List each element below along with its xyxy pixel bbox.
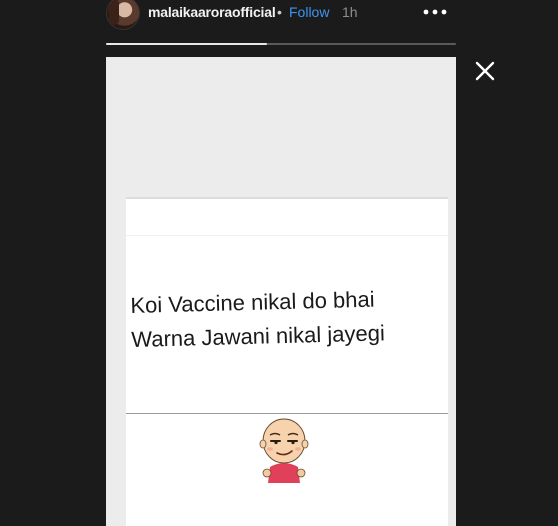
story-content[interactable]: Koi Vaccine nikal do bhai Warna Jawani n… (106, 57, 456, 526)
meme-divider (126, 413, 448, 414)
timestamp: 1h (342, 4, 358, 20)
story-progress-bar (106, 43, 456, 45)
close-icon[interactable] (474, 60, 496, 82)
follow-button[interactable]: Follow (289, 4, 329, 20)
story-header: malaikaaroraofficial • Follow 1h (106, 0, 456, 30)
avatar[interactable] (106, 0, 140, 30)
cartoon-boy-sticker (259, 418, 309, 483)
story-viewer: malaikaaroraofficial • Follow 1h Koi Vac… (0, 0, 558, 526)
meme-caption: Koi Vaccine nikal do bhai Warna Jawani n… (130, 281, 452, 357)
meme-divider (126, 235, 448, 236)
username[interactable]: malaikaaroraofficial (148, 4, 276, 20)
separator-dot: • (277, 4, 282, 20)
more-horizontal-icon[interactable] (422, 4, 448, 20)
story-progress-fill (106, 43, 267, 45)
